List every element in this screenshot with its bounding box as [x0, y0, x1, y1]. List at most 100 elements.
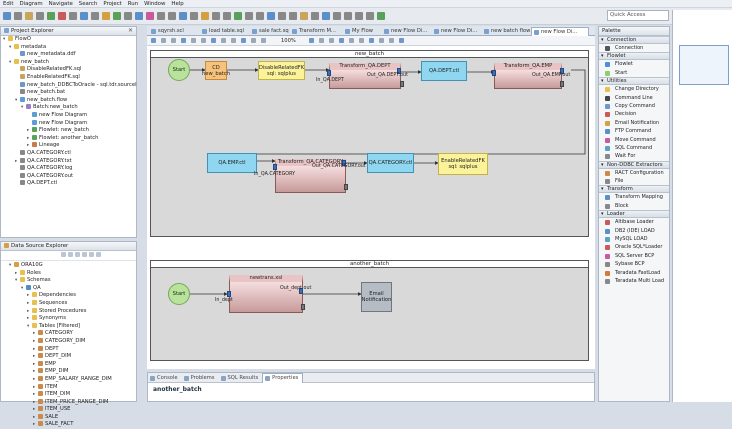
tree-item[interactable]: DisableRelatedFK.sql: [1, 66, 136, 74]
tree-item[interactable]: ▾ QA: [1, 284, 136, 293]
toolbar-button-icon[interactable]: [212, 12, 220, 20]
tree-item[interactable]: ▾ ORA10G: [1, 262, 136, 270]
close-icon[interactable]: ✕: [128, 28, 135, 34]
palette-item-sql-command[interactable]: SQL Command: [599, 144, 669, 152]
toolbar-button-icon[interactable]: [190, 12, 198, 20]
editor-tool-icon[interactable]: [161, 38, 166, 43]
editor-tab-sale-fact-sql[interactable]: sale fact.sql: [250, 27, 289, 36]
reject-port[interactable]: [560, 81, 564, 87]
input-port[interactable]: [492, 70, 496, 76]
editor-tab-transform-m[interactable]: Transform M...: [290, 27, 342, 36]
tree-item[interactable]: new_batch.bat: [1, 89, 136, 97]
toolbar-button-icon[interactable]: [377, 12, 385, 20]
editor-tool-icon[interactable]: [221, 38, 226, 43]
editor-tool-icon[interactable]: [359, 38, 364, 43]
editor-tool-icon[interactable]: [211, 38, 216, 43]
palette-item-email-notification[interactable]: Email Notification: [599, 119, 669, 127]
palette-section-non-ddbc-extractors[interactable]: Non-DDBC Extractors: [599, 160, 669, 169]
tree-item[interactable]: ▸ Sequences: [1, 299, 136, 308]
tree-item[interactable]: ▸ Roles: [1, 269, 136, 278]
input-port[interactable]: [327, 70, 331, 76]
enable-fk-sql-node[interactable]: EnableRelatedFK sql: sqlplus: [438, 153, 488, 175]
palette-item-sybase-bcp[interactable]: Sybase BCP: [599, 260, 669, 268]
tree-item[interactable]: ▸ EMP_DIM: [1, 368, 136, 376]
tree-item[interactable]: ▸ Flowlet: another_batch: [1, 134, 136, 143]
palette-item-ract-configuration[interactable]: RACT Configuration: [599, 169, 669, 177]
editor-tab-new-batch-flow[interactable]: new batch flow: [482, 27, 530, 36]
tree-item[interactable]: ▸ DEPT_DIM: [1, 353, 136, 361]
palette-item-oracle-sql-loader[interactable]: Oracle SQL*Loader: [599, 243, 669, 251]
toolbar-button-icon[interactable]: [322, 12, 330, 20]
editor-tool-icon[interactable]: [329, 38, 334, 43]
toolbar-button-icon[interactable]: [333, 12, 341, 20]
editor-tool-icon[interactable]: [369, 38, 374, 43]
outline-viewport[interactable]: [679, 45, 729, 85]
refresh-icon[interactable]: [82, 252, 87, 257]
tree-item[interactable]: QA.DEPT.ctl: [1, 180, 136, 188]
toolbar-button-icon[interactable]: [278, 12, 286, 20]
toolbar-button-icon[interactable]: [25, 12, 33, 20]
editor-tool-icon[interactable]: [171, 38, 176, 43]
dept-ctl-file-node[interactable]: QA.DEPT.ctl: [421, 61, 467, 81]
palette-item-mysql-load[interactable]: MySQL LOAD: [599, 235, 669, 243]
palette-section-connection[interactable]: Connection: [599, 36, 669, 44]
toolbar-button-icon[interactable]: [157, 12, 165, 20]
tree-item[interactable]: ▸ EMP_SALARY_RANGE_DIM: [1, 375, 136, 384]
collapse-icon[interactable]: [61, 252, 66, 257]
toolbar-button-icon[interactable]: [256, 12, 264, 20]
palette-item-sql-server-bcp[interactable]: SQL Server BCP: [599, 252, 669, 260]
toolbar-button-icon[interactable]: [168, 12, 176, 20]
editor-tool-icon[interactable]: [181, 38, 186, 43]
reject-port[interactable]: [400, 81, 404, 87]
toolbar-button-icon[interactable]: [201, 12, 209, 20]
toolbar-button-icon[interactable]: [355, 12, 363, 20]
tree-item[interactable]: new Flow Diagram: [1, 119, 136, 128]
editor-tool-icon[interactable]: [379, 38, 384, 43]
palette-item-connection[interactable]: Connection: [599, 44, 669, 52]
tree-item[interactable]: QA.CATEGORY.out: [1, 172, 136, 181]
editor-tool-icon[interactable]: [231, 38, 236, 43]
menu-help[interactable]: Help: [168, 0, 186, 8]
tree-item[interactable]: ▾ new_batch.flow: [1, 96, 136, 105]
toolbar-button-icon[interactable]: [366, 12, 374, 20]
toolbar-button-icon[interactable]: [135, 12, 143, 20]
bottom-tab-console[interactable]: Console: [148, 374, 182, 383]
editor-tool-icon[interactable]: [389, 38, 394, 43]
bottom-tab-properties[interactable]: Properties: [262, 373, 304, 383]
toolbar-button-icon[interactable]: [47, 12, 55, 20]
editor-tab-my-flow[interactable]: My Flow: [343, 27, 381, 36]
tree-item[interactable]: ▾ Tables [Filtered]: [1, 322, 136, 331]
menu-search[interactable]: Search: [76, 0, 101, 8]
tree-item[interactable]: ▾ new_batch: [1, 58, 136, 67]
reject-port[interactable]: [301, 304, 305, 310]
tree-item[interactable]: new Flow Diagram: [1, 111, 136, 120]
toolbar-button-icon[interactable]: [80, 12, 88, 20]
menu-project[interactable]: Project: [100, 0, 124, 8]
tree-item[interactable]: ▸ SALE_FACT: [1, 421, 136, 429]
tree-item[interactable]: QA.CATEGORY.log: [1, 165, 136, 173]
category-ctl-file-node[interactable]: QA.CATEGORY.ctl: [367, 153, 414, 173]
menu-edit[interactable]: Edit: [0, 0, 16, 8]
palette-item-db2-ide-load[interactable]: DB2 (IDE) LOAD: [599, 227, 669, 235]
tree-item[interactable]: ▸ Synonyms: [1, 315, 136, 323]
start-node[interactable]: Start: [168, 59, 190, 81]
filter-icon[interactable]: [75, 252, 80, 257]
editor-tool-icon[interactable]: [309, 38, 314, 43]
toolbar-button-icon[interactable]: [91, 12, 99, 20]
menu-diagram[interactable]: Diagram: [16, 0, 45, 8]
tree-item[interactable]: ▸ ITEM_DIM: [1, 391, 136, 399]
toolbar-button-icon[interactable]: [69, 12, 77, 20]
tree-item[interactable]: ▸ ITEM: [1, 383, 136, 392]
toolbar-button-icon[interactable]: [289, 12, 297, 20]
palette-section-flowlet[interactable]: Flowlet: [599, 52, 669, 61]
palette-item-flowlet[interactable]: Flowlet: [599, 60, 669, 68]
bottom-tab-problems[interactable]: Problems: [182, 374, 219, 383]
toolbar-button-icon[interactable]: [58, 12, 66, 20]
editor-tab-load-table-sql[interactable]: load table.sql: [200, 27, 249, 36]
toolbar-button-icon[interactable]: [3, 12, 11, 20]
tree-item[interactable]: ▸ ITEM_PRICE_RANGE_DIM: [1, 398, 136, 407]
tree-item[interactable]: ▾ metadata: [1, 43, 136, 52]
tree-item[interactable]: ▸ SALE: [1, 413, 136, 422]
start-node[interactable]: Start: [168, 283, 190, 305]
emp-ctl-file-node[interactable]: QA.EMP.ctl: [207, 153, 257, 173]
